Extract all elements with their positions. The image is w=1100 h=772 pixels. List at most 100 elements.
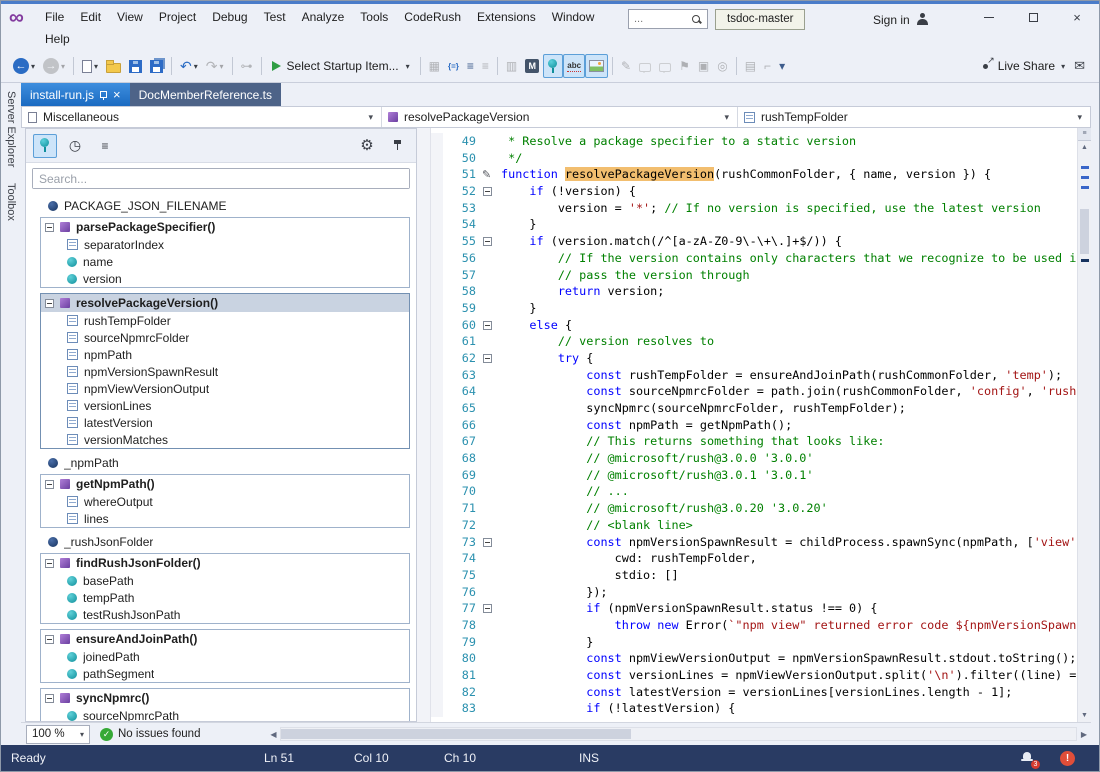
- line-number[interactable]: 81: [443, 667, 481, 684]
- status-line[interactable]: Ln 51: [264, 745, 294, 771]
- breakpoint-margin[interactable]: [431, 667, 443, 684]
- split-editor-handle[interactable]: ≡: [1078, 128, 1091, 141]
- breakpoint-margin[interactable]: [431, 500, 443, 517]
- code-text[interactable]: // ...: [497, 483, 1077, 500]
- breakpoint-margin[interactable]: [431, 567, 443, 584]
- outline-item-latestVersion[interactable]: latestVersion: [41, 414, 409, 431]
- breakpoint-margin[interactable]: [431, 417, 443, 434]
- breakpoint-margin[interactable]: [431, 233, 443, 250]
- line-number[interactable]: 79: [443, 634, 481, 651]
- scroll-up-arrow[interactable]: ▲: [1078, 141, 1091, 154]
- code-text[interactable]: version = '*'; // If no version is speci…: [497, 200, 1077, 217]
- breakpoint-margin[interactable]: [431, 250, 443, 267]
- line-number[interactable]: 50: [443, 150, 481, 167]
- notifications-bell-button[interactable]: 3: [1021, 751, 1035, 765]
- outline-item-_npmPath[interactable]: _npmPath: [32, 454, 410, 472]
- outline-item-name[interactable]: name: [41, 253, 409, 270]
- line-number[interactable]: 56: [443, 250, 481, 267]
- code-text[interactable]: // If the version contains only characte…: [497, 250, 1077, 267]
- breakpoint-margin[interactable]: [431, 333, 443, 350]
- breakpoint-margin[interactable]: [431, 467, 443, 484]
- code-text[interactable]: const npmPath = getNpmPath();: [497, 417, 1077, 434]
- branch-button[interactable]: tsdoc-master: [715, 9, 805, 30]
- line-number[interactable]: 51: [443, 166, 481, 183]
- code-text[interactable]: throw new Error(`"npm view" returned err…: [497, 617, 1077, 634]
- line-number[interactable]: 78: [443, 617, 481, 634]
- save-button[interactable]: [125, 54, 146, 78]
- line-number[interactable]: 55: [443, 233, 481, 250]
- code-text[interactable]: // pass the version through: [497, 267, 1077, 284]
- line-number[interactable]: 67: [443, 433, 481, 450]
- outline-item-getNpmPath[interactable]: getNpmPath(): [41, 475, 409, 493]
- breakpoint-margin[interactable]: [431, 367, 443, 384]
- breakpoint-margin[interactable]: [431, 150, 443, 167]
- outline-item-_rushJsonFolder[interactable]: _rushJsonFolder: [32, 533, 410, 551]
- outline-item-joinedPath[interactable]: joinedPath: [41, 648, 409, 665]
- line-number[interactable]: 73: [443, 534, 481, 551]
- fold-collapse-icon[interactable]: [483, 538, 492, 547]
- outline-item-basePath[interactable]: basePath: [41, 572, 409, 589]
- issues-indicator[interactable]: ✓ No issues found: [100, 728, 200, 741]
- breakpoint-margin[interactable]: [431, 517, 443, 534]
- outline-item-versionMatches[interactable]: versionMatches: [41, 431, 409, 448]
- breakpoint-margin[interactable]: [431, 600, 443, 617]
- new-file-button[interactable]: ▾: [78, 54, 102, 78]
- code-text[interactable]: // @microsoft/rush@3.0.1 '3.0.1': [497, 467, 1077, 484]
- line-number[interactable]: 52: [443, 183, 481, 200]
- line-number[interactable]: 74: [443, 550, 481, 567]
- pin-panel-button[interactable]: [385, 134, 409, 158]
- collapse-icon[interactable]: [45, 223, 54, 232]
- save-all-button[interactable]: [146, 54, 167, 78]
- menu-tools[interactable]: Tools: [352, 6, 396, 29]
- line-number[interactable]: 72: [443, 517, 481, 534]
- line-number[interactable]: 83: [443, 700, 481, 717]
- fold-collapse-icon[interactable]: [483, 187, 492, 196]
- breakpoint-margin[interactable]: [431, 383, 443, 400]
- code-text[interactable]: const latestVersion = versionLines[versi…: [497, 684, 1077, 701]
- breakpoint-margin[interactable]: [431, 684, 443, 701]
- navbar-field-dropdown[interactable]: rushTempFolder▾: [738, 107, 1090, 127]
- editor-vertical-scrollbar[interactable]: ≡ ▲ ▼: [1077, 128, 1091, 722]
- outline-item-sourceNpmrcFolder[interactable]: sourceNpmrcFolder: [41, 329, 409, 346]
- breakpoint-margin[interactable]: [431, 634, 443, 651]
- braces-button[interactable]: {=}: [444, 54, 463, 78]
- breakpoint-margin[interactable]: [431, 133, 443, 150]
- code-text[interactable]: // <blank line>: [497, 517, 1077, 534]
- outline-item-whereOutput[interactable]: whereOutput: [41, 493, 409, 510]
- line-number[interactable]: 59: [443, 300, 481, 317]
- scrollbar-thumb[interactable]: [1080, 209, 1089, 254]
- line-number[interactable]: 76: [443, 584, 481, 601]
- line-number[interactable]: 75: [443, 567, 481, 584]
- scroll-down-arrow[interactable]: ▼: [1078, 709, 1091, 722]
- line-number[interactable]: 61: [443, 333, 481, 350]
- menu-coderush[interactable]: CodeRush: [396, 6, 469, 29]
- breakpoint-margin[interactable]: [431, 267, 443, 284]
- code-text[interactable]: */: [497, 150, 1077, 167]
- places-pin-button[interactable]: [33, 134, 57, 158]
- breakpoint-margin[interactable]: [431, 433, 443, 450]
- markdown-button[interactable]: M: [521, 54, 543, 78]
- status-column[interactable]: Col 10: [354, 745, 389, 771]
- sign-in-button[interactable]: Sign in: [873, 9, 929, 30]
- tab-install-run-js[interactable]: install-run.js×: [21, 83, 130, 106]
- code-editor[interactable]: 49 * Resolve a package specifier to a st…: [431, 128, 1077, 722]
- code-text[interactable]: syncNpmrc(sourceNpmrcFolder, rushTempFol…: [497, 400, 1077, 417]
- line-number[interactable]: 65: [443, 400, 481, 417]
- settings-gear-button[interactable]: ⚙: [355, 134, 379, 158]
- code-text[interactable]: * Resolve a package specifier to a stati…: [497, 133, 1077, 150]
- error-notification-button[interactable]: [1060, 751, 1075, 766]
- code-text[interactable]: const sourceNpmrcFolder = path.join(rush…: [497, 383, 1077, 400]
- breakpoint-margin[interactable]: [431, 300, 443, 317]
- line-number[interactable]: 68: [443, 450, 481, 467]
- breakpoint-margin[interactable]: [431, 550, 443, 567]
- breakpoint-margin[interactable]: [431, 700, 443, 717]
- outline-item-parsePackageSpecifier[interactable]: parsePackageSpecifier(): [41, 218, 409, 236]
- menu-extensions[interactable]: Extensions: [469, 6, 544, 29]
- code-text[interactable]: }: [497, 300, 1077, 317]
- menu-project[interactable]: Project: [151, 6, 204, 29]
- scroll-right-arrow[interactable]: ▶: [1077, 730, 1091, 739]
- close-tab-icon[interactable]: ×: [113, 88, 121, 101]
- outline-item-rushTempFolder[interactable]: rushTempFolder: [41, 312, 409, 329]
- select-startup-item-button[interactable]: Select Startup Item...▾: [266, 59, 416, 73]
- code-text[interactable]: else {: [497, 317, 1077, 334]
